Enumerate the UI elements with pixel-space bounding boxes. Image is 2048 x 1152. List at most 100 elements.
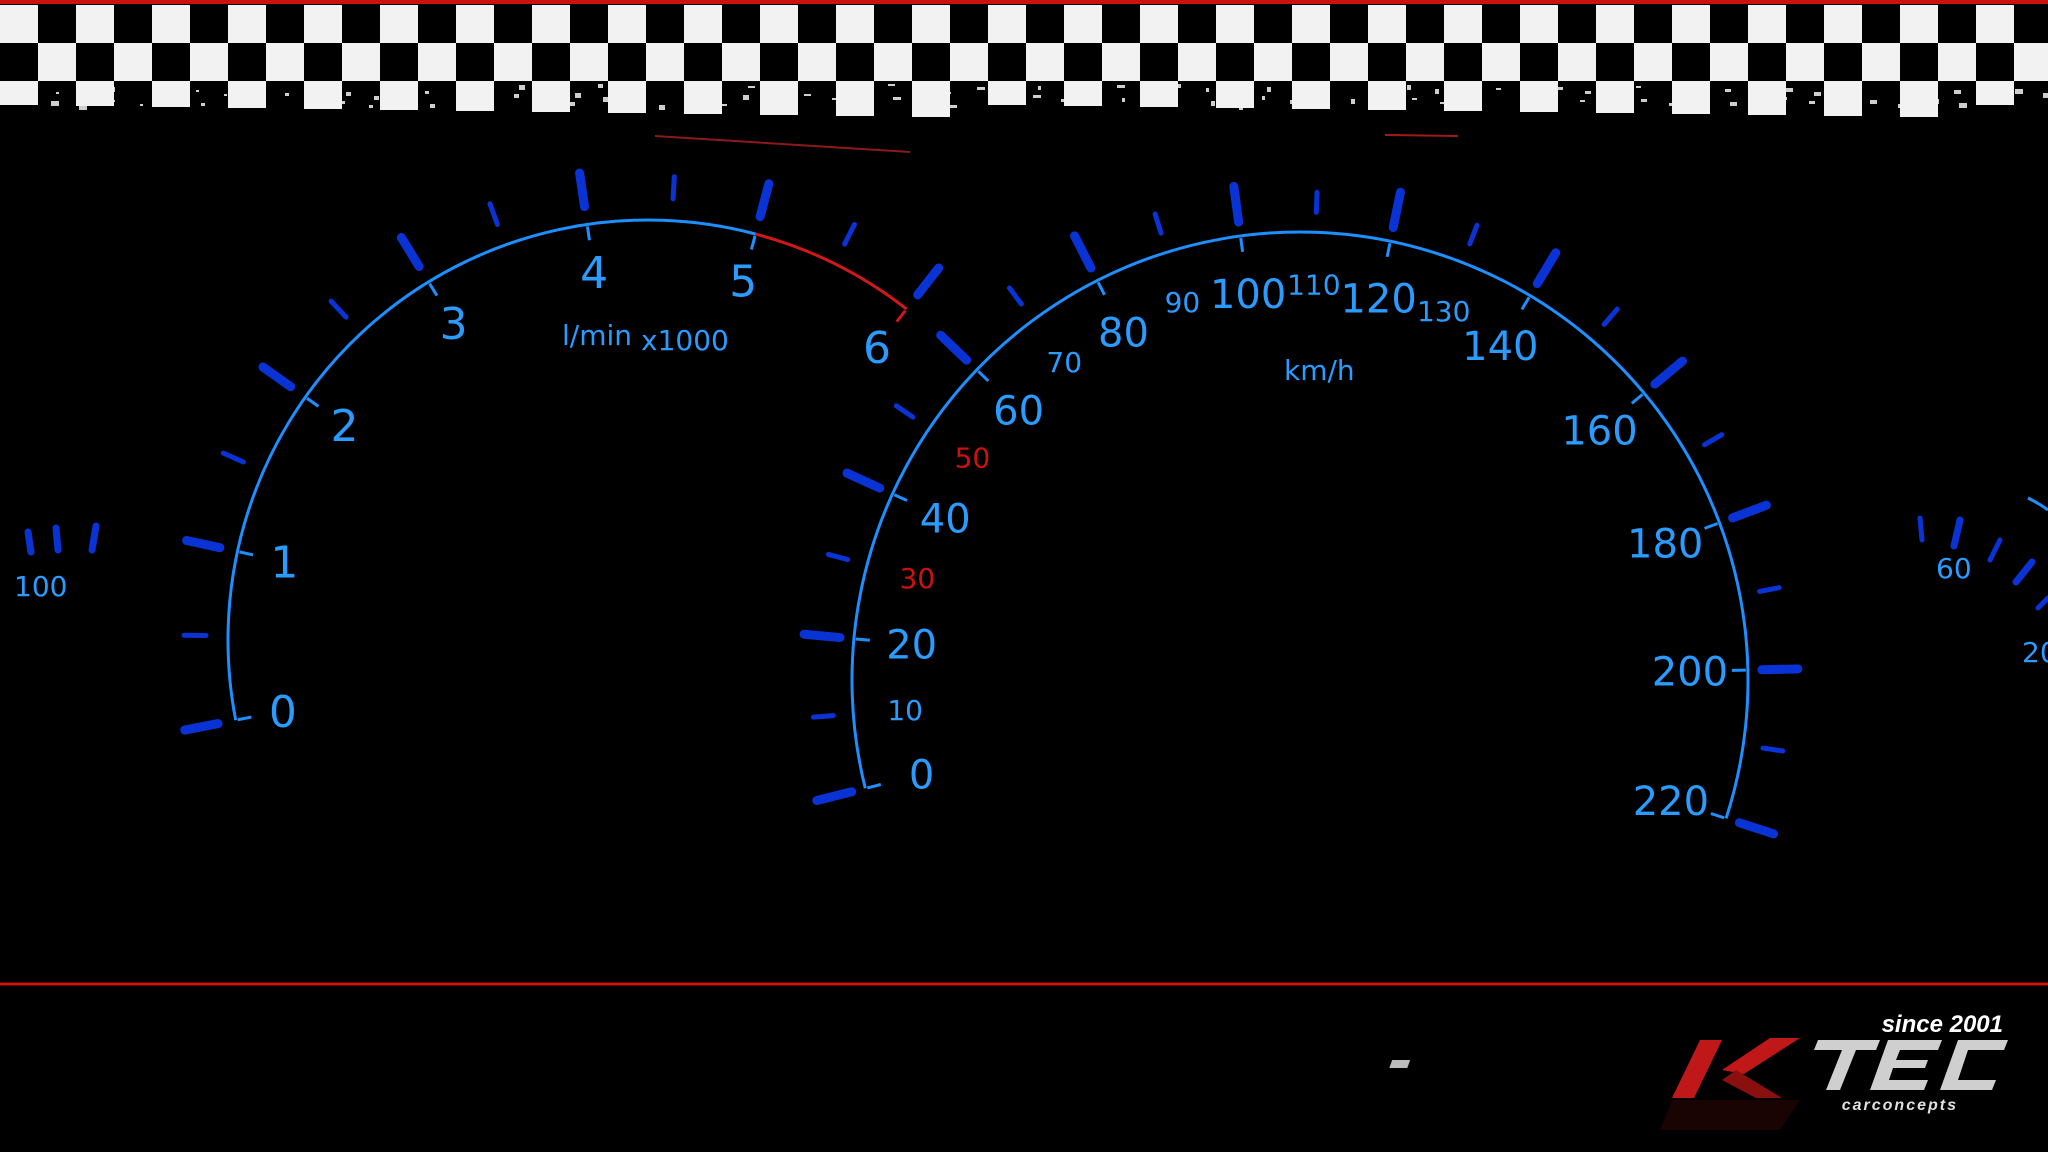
checker-grunge-speck [1697,85,1703,88]
checker-square [304,5,342,43]
checker-grunge-speck [402,100,407,104]
right-gauge-label-60: 60 [1936,552,1972,585]
speedometer-label-70: 70 [1046,346,1082,379]
checker-square [646,43,684,81]
checker-grunge-speck [1033,95,1041,98]
checker-grunge-speck [56,92,59,94]
checker-grunge-speck [79,105,87,110]
checker-grunge-speck [1954,90,1961,94]
checker-grunge-speck [804,94,811,96]
checker-square [76,81,114,106]
checker-grunge-speck [1150,102,1153,106]
speedometer-label-120: 120 [1340,276,1416,322]
checker-grunge-speck [1407,85,1411,90]
checker-square [1178,43,1216,81]
checker-grunge-speck [1412,98,1417,100]
checker-grunge-speck [748,86,755,88]
checker-grunge-speck [257,89,261,92]
checker-grunge-speck [1089,103,1097,106]
checker-square [1064,5,1102,43]
tachometer-major-tick [575,168,590,212]
checker-grunge-speck [1496,88,1501,90]
checker-grunge-speck [486,90,491,94]
checker-square [1748,5,1786,43]
checker-grunge-speck [1758,84,1765,88]
checker-grunge-speck [1608,104,1613,106]
checker-grunge-speck [1384,94,1389,96]
checker-grunge-speck [860,102,867,104]
checker-square [1368,5,1406,43]
checker-grunge-speck [0,84,3,86]
checker-square [608,5,646,43]
speedometer-label-110: 110 [1287,268,1340,301]
right-gauge-label-20: 20 [2022,636,2048,669]
checker-square [570,43,608,81]
checker-grunge-speck [949,105,957,108]
checker-grunge-speck [570,102,575,106]
checker-grunge-speck [547,89,553,94]
checker-grunge-speck [1524,92,1529,94]
speedometer-minor-tick [810,713,836,720]
checker-grunge-speck [1613,95,1619,98]
checker-grunge-speck [1351,99,1355,104]
checker-grunge-speck [1842,96,1849,100]
checker-square [1976,5,2014,43]
checker-square [1786,43,1824,81]
checker-square [1710,43,1748,81]
checker-square [152,81,190,107]
checker-grunge-speck [720,104,727,106]
speedometer-label-0: 0 [909,753,934,799]
speedometer-major-tick [1229,181,1244,227]
checker-grunge-speck [397,87,401,90]
checker-grunge-speck [1468,84,1473,86]
checker-grunge-speck [2043,93,2048,98]
checker-grunge-speck [1290,100,1293,104]
checker-grunge-speck [1959,103,1967,108]
checker-square [152,5,190,43]
checker-square [836,5,874,43]
checker-grunge-speck [631,101,637,106]
speedometer-major-tick [799,629,845,643]
checker-grunge-speck [112,100,115,102]
checker-square [1900,5,1938,43]
checker-grunge-speck [173,99,177,102]
checker-square [38,43,76,81]
checker-grunge-speck [659,105,665,110]
checker-grunge-speck [1005,91,1013,94]
tachometer-label-6: 6 [863,323,891,374]
speedometer-inner-tick [855,637,870,642]
checker-grunge-speck [1435,89,1439,94]
checker-grunge-speck [771,99,777,104]
checker-square [836,81,874,116]
speedometer-unit-label: km/h [1284,354,1355,387]
checker-grunge-speck [944,92,951,94]
checker-grunge-speck [916,88,923,90]
checker-grunge-speck [598,84,603,88]
logo-subline: carconcepts [1842,1097,1958,1114]
checker-grunge-speck [425,91,429,94]
checker-square [114,43,152,81]
checker-grunge-speck [1267,87,1271,92]
checker-grunge-speck [224,94,227,96]
checker-grunge-speck [1178,84,1181,88]
checker-grunge-speck [2015,89,2023,94]
checker-square [1520,5,1558,43]
speedometer-label-90: 90 [1165,286,1201,319]
checker-grunge-speck [977,87,985,90]
checker-square [1748,81,1786,115]
checker-square [1406,43,1444,81]
right-gauge-tick [1917,515,1925,543]
checker-square [1064,81,1102,106]
speedometer-label-30: 30 [900,562,936,595]
checker-grunge-speck [1809,101,1815,104]
checker-grunge-speck [1636,86,1641,88]
checker-grunge-speck [374,96,379,100]
checker-square [988,5,1026,43]
checker-grunge-speck [1552,96,1557,98]
speedometer-inner-tick [1239,237,1245,253]
checker-grunge-speck [1295,91,1299,96]
checker-square [950,43,988,81]
checker-grunge-speck [1753,93,1759,96]
checker-square [608,81,646,113]
checker-square [1634,43,1672,81]
